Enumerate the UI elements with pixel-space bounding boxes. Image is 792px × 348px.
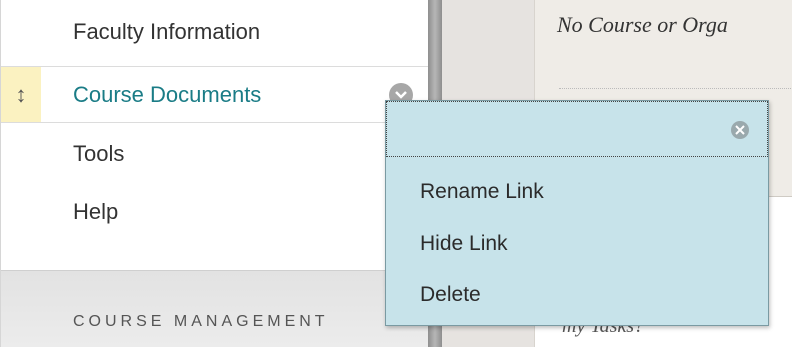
course-menu: Faculty Information ↕ Course Documents T… [0,0,428,347]
rename-link-item[interactable]: Rename Link [420,180,544,204]
module-heading: No Course or Orga [557,12,728,37]
menu-item-faculty-information[interactable]: Faculty Information [1,4,428,59]
divider [559,88,792,89]
course-management-section[interactable]: COURSE MANAGEMENT [1,270,428,347]
menu-item-label[interactable]: Course Documents [73,67,261,122]
menu-item-tools[interactable]: Tools [1,126,428,181]
menu-item-help[interactable]: Help [1,184,428,239]
context-menu-header [386,101,768,157]
drag-handle-icon[interactable]: ↕ [1,67,41,122]
delete-item[interactable]: Delete [420,283,481,307]
menu-item-course-documents[interactable]: ↕ Course Documents [1,66,428,123]
menu-item-label[interactable]: Faculty Information [73,4,260,59]
context-menu: Rename Link Hide Link Delete [385,100,769,326]
section-header: COURSE MANAGEMENT [73,313,329,330]
close-icon[interactable] [731,121,749,139]
menu-item-label[interactable]: Help [73,184,118,239]
hide-link-item[interactable]: Hide Link [420,232,508,256]
menu-item-label[interactable]: Tools [73,126,124,181]
